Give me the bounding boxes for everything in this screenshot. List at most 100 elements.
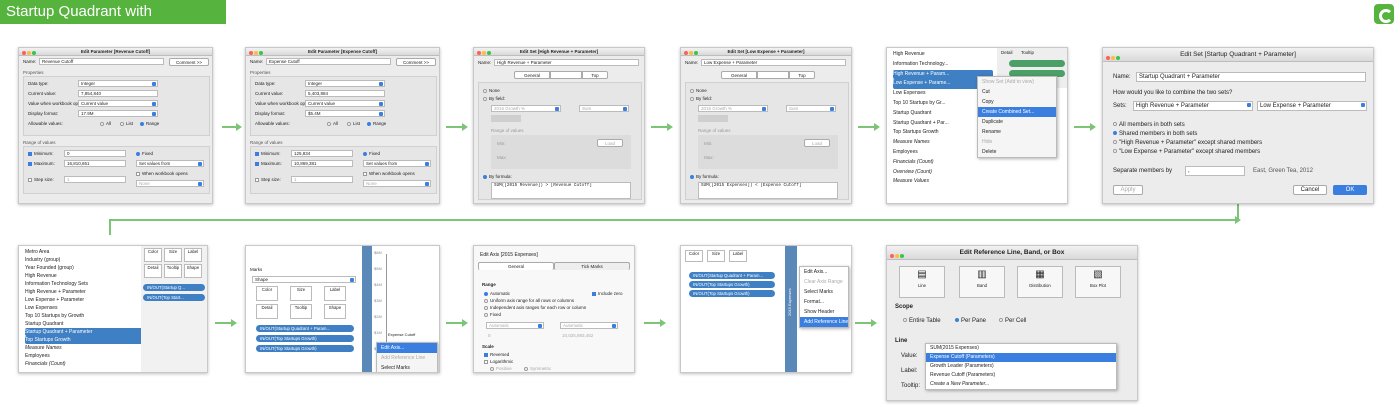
minimum-input[interactable]: 0: [64, 150, 126, 157]
list-item[interactable]: High Revenue: [893, 50, 993, 60]
minimum-input[interactable]: 125,834: [291, 150, 353, 157]
menu-item-create-combined-set[interactable]: Create Combined Set...: [978, 107, 1056, 117]
automatic-option[interactable]: Automatic: [484, 291, 510, 296]
set-values-select[interactable]: Set values from: [136, 160, 204, 167]
list-item[interactable]: Low Expenses: [25, 304, 143, 312]
marks-pill[interactable]: IN/OUT(Startup Q...: [143, 284, 205, 291]
allowable-all[interactable]: All: [100, 121, 111, 126]
allowable-all[interactable]: All: [327, 121, 338, 126]
type-band-button[interactable]: ▥ Band: [959, 266, 1005, 298]
by-field-option[interactable]: By field:: [690, 96, 712, 101]
list-item[interactable]: High Revenue: [25, 272, 143, 280]
display-format-select[interactable]: $5.4M: [305, 110, 385, 117]
reversed-option[interactable]: Reversed: [484, 352, 509, 357]
menu-item-edit-axis[interactable]: Edit Axis...: [377, 343, 437, 353]
size-card[interactable]: Size: [707, 250, 725, 262]
list-item[interactable]: Financials (Count): [893, 158, 993, 168]
checkbox-icon[interactable]: [255, 151, 259, 156]
axis-start-select[interactable]: Automatic: [486, 322, 544, 329]
list-item[interactable]: Low Expense + Parameter: [25, 296, 143, 304]
comment-button[interactable]: Comment >>: [396, 58, 436, 66]
list-item[interactable]: Year Founded (group): [25, 264, 143, 272]
option-high-except[interactable]: "High Revenue + Parameter" except shared…: [1113, 140, 1262, 146]
set-values-select[interactable]: Set values from: [363, 160, 431, 167]
formula-input[interactable]: SUM([2015 Revenue]) > [Revenue Cutoff]: [491, 182, 631, 199]
size-card[interactable]: Size: [164, 248, 182, 262]
type-distribution-button[interactable]: ▦ Distribution: [1017, 266, 1063, 298]
tab-condition[interactable]: [550, 71, 582, 79]
list-item[interactable]: Financials (Count): [25, 360, 143, 368]
field-select[interactable]: 2015 Growth %: [698, 105, 768, 112]
step-size-input[interactable]: 1: [291, 176, 353, 183]
when-opens-select[interactable]: None: [363, 180, 431, 187]
ok-button[interactable]: OK: [1333, 185, 1367, 195]
comment-button[interactable]: Comment >>: [169, 58, 209, 66]
axis-end-select[interactable]: Automatic: [560, 322, 618, 329]
value-opens-select[interactable]: Current value: [78, 100, 158, 107]
menu-item[interactable]: Duplicate: [978, 117, 1056, 127]
aggregation-select[interactable]: Sum: [786, 105, 836, 112]
shape-card[interactable]: Shape: [184, 264, 202, 278]
list-item[interactable]: High Revenue + Parameter: [25, 288, 143, 296]
option-all-members[interactable]: All members in both sets: [1113, 122, 1185, 128]
menu-item[interactable]: Select Marks: [377, 363, 437, 372]
tab-tick-marks[interactable]: Tick Marks: [554, 262, 630, 270]
marks-pill[interactable]: IN/OUT(Top Startups Growth): [689, 281, 775, 288]
label-card[interactable]: Label: [729, 250, 747, 262]
list-item[interactable]: Employees: [25, 352, 143, 360]
menu-item-show-header[interactable]: Show Header: [800, 307, 848, 317]
type-box-plot-button[interactable]: ▧ Box Plot: [1075, 266, 1121, 298]
color-card[interactable]: Color: [144, 248, 162, 262]
by-field-option[interactable]: By field:: [483, 96, 505, 101]
set-b-select[interactable]: Low Expense + Parameter: [1257, 101, 1367, 111]
fixed-option[interactable]: Fixed: [484, 312, 501, 317]
cancel-button[interactable]: Cancel: [1293, 185, 1327, 195]
allowable-list[interactable]: List: [347, 121, 360, 126]
include-zero-option[interactable]: Include zero: [592, 291, 623, 296]
positive-option[interactable]: Positive: [490, 366, 512, 371]
display-format-select[interactable]: 17.9M: [78, 110, 158, 117]
data-type-select[interactable]: Integer: [305, 80, 385, 87]
shape-card[interactable]: Shape: [324, 304, 346, 319]
name-input[interactable]: Low Expense + Parameter: [701, 59, 846, 66]
maximum-input[interactable]: 10,869,381: [291, 160, 353, 167]
color-card[interactable]: Color: [685, 250, 703, 262]
list-item[interactable]: Information Technology...: [893, 60, 993, 70]
list-item-selected[interactable]: Startup Quadrant + Parameter: [25, 328, 143, 336]
data-type-select[interactable]: Integer: [78, 80, 158, 87]
list-item[interactable]: Top 10 Startups by Growth: [25, 312, 143, 320]
list-item[interactable]: Information Technology Sets: [25, 280, 143, 288]
type-line-button[interactable]: ▤ Line: [899, 266, 945, 298]
when-opens-option[interactable]: When workbook opens: [136, 171, 188, 176]
allowable-range[interactable]: Range: [140, 121, 159, 126]
dropdown-item[interactable]: Growth Leader (Parameters): [926, 362, 1116, 371]
current-value-input[interactable]: 7,854,840: [78, 90, 158, 97]
label-card[interactable]: Label: [324, 286, 346, 301]
tab-general[interactable]: General: [514, 71, 550, 79]
dropdown-item-selected[interactable]: Expense Cutoff (Parameters): [926, 353, 1116, 362]
field-select[interactable]: 2015 Growth %: [491, 105, 561, 112]
list-item-selected[interactable]: Top Startups Growth: [25, 336, 143, 344]
list-item[interactable]: Measure Names: [25, 344, 143, 352]
scope-entire-table[interactable]: Entire Table: [903, 318, 941, 324]
option-low-except[interactable]: "Low Expense + Parameter" except shared …: [1113, 149, 1260, 155]
marks-pill[interactable]: IN/OUT(Top Startups Growth): [256, 345, 354, 352]
maximum-input[interactable]: 16,810,651: [64, 160, 126, 167]
load-button[interactable]: Load: [597, 139, 623, 147]
marks-pill[interactable]: IN/OUT(Top Start...: [143, 294, 205, 301]
list-item[interactable]: Overview (Count): [893, 168, 993, 178]
menu-item[interactable]: Edit Axis...: [800, 267, 848, 277]
operator-select[interactable]: [491, 115, 521, 122]
fixed-option[interactable]: Fixed: [136, 151, 153, 156]
current-value-input[interactable]: 5,403,884: [305, 90, 385, 97]
dropdown-item[interactable]: Revenue Cutoff (Parameters): [926, 371, 1116, 380]
by-formula-option[interactable]: By formula:: [690, 174, 719, 179]
menu-item[interactable]: Add Reference Line: [377, 353, 437, 363]
color-card[interactable]: Color: [256, 286, 278, 301]
menu-item[interactable]: Select Marks: [800, 287, 848, 297]
apply-button[interactable]: Apply: [1113, 185, 1143, 195]
size-card[interactable]: Size: [290, 286, 312, 301]
tab-general[interactable]: General: [721, 71, 757, 79]
menu-item[interactable]: Rename: [978, 127, 1056, 137]
separator-input[interactable]: ,: [1185, 166, 1245, 176]
